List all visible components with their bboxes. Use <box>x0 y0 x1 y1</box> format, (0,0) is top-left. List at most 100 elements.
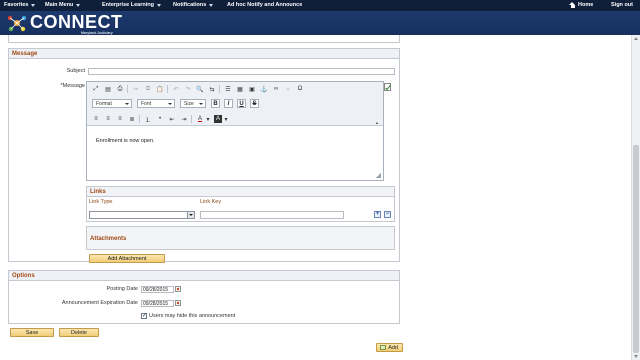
justify-icon[interactable]: ≣ <box>128 115 136 123</box>
horizontal-rule-icon[interactable]: ☰ <box>224 85 232 93</box>
bold-button[interactable]: B <box>211 99 220 108</box>
source-icon[interactable]: ▤ <box>104 85 112 93</box>
spell-check-icon[interactable] <box>384 83 392 92</box>
resize-handle-icon[interactable] <box>376 173 381 178</box>
toolbar-separator <box>139 115 140 123</box>
hide-announcement-label: Users may hide this announcement <box>149 313 236 319</box>
align-left-icon[interactable]: ≡ <box>92 115 100 123</box>
editor-content[interactable]: Enrollment is now open. <box>96 138 155 144</box>
paste-icon[interactable]: 📋 <box>156 85 164 93</box>
strikethrough-button[interactable]: S <box>250 99 259 108</box>
link-type-header: Link Type <box>89 199 113 205</box>
breadcrumb-enterprise-learning[interactable]: Enterprise Learning <box>102 2 161 8</box>
posting-date-input[interactable]: 09/28/2015 <box>141 286 174 293</box>
chevron-down-icon[interactable]: ▾ <box>204 115 212 123</box>
attachments-panel: Attachments <box>86 226 395 250</box>
add-button[interactable]: Add <box>376 343 403 352</box>
previous-section-edge <box>8 35 400 43</box>
breadcrumb-label: Ad hoc Notify and Announce <box>227 2 303 8</box>
text-color-icon[interactable]: A <box>196 115 204 123</box>
header-banner: CONNECT Maryland Judiciary <box>0 11 640 35</box>
table-icon[interactable]: ▦ <box>236 85 244 93</box>
top-nav: Favorites Main Menu Enterprise Learning … <box>0 0 640 11</box>
align-right-icon[interactable]: ≡ <box>116 115 124 123</box>
unlink-icon[interactable]: ⌁ <box>284 85 292 93</box>
rich-text-editor[interactable]: ⤢ ▤ ⎙ ✂ ⧉ 📋 ↶ ↷ 🔍 ⇆ ☰ ▦ ▣ ⚓ ∞ ⌁ Ω Format… <box>86 81 384 181</box>
delete-button[interactable]: Delete <box>59 328 99 337</box>
link-type-select[interactable] <box>89 211 195 219</box>
chevron-down-icon <box>31 3 36 7</box>
collapse-toolbar-icon[interactable]: ▴ <box>373 118 381 126</box>
chevron-down-icon[interactable]: ▾ <box>222 115 230 123</box>
numbered-list-icon[interactable]: ⒈ <box>144 115 152 124</box>
scrollbar-thumb[interactable] <box>633 145 639 353</box>
chevron-down-icon <box>209 3 214 7</box>
redo-icon[interactable]: ↷ <box>184 85 192 93</box>
cut-icon[interactable]: ✂ <box>132 85 140 93</box>
sign-out-link[interactable]: Sign out <box>611 2 633 8</box>
posting-date-label: Posting Date <box>106 286 139 292</box>
home-label: Home <box>578 2 594 8</box>
brand-name: CONNECT <box>30 12 123 32</box>
image-icon[interactable]: ▣ <box>248 85 256 93</box>
main-menu-label: Main Menu <box>45 2 74 8</box>
link-key-header: Link Key <box>200 199 222 205</box>
hide-announcement-checkbox[interactable]: ✓ <box>141 313 147 319</box>
vertical-scrollbar[interactable] <box>631 35 640 360</box>
replace-icon[interactable]: ⇆ <box>208 85 216 93</box>
special-char-icon[interactable]: Ω <box>296 85 304 93</box>
expiration-date-input[interactable]: 09/28/2015 <box>141 300 174 307</box>
toolbar-separator <box>219 85 220 93</box>
toolbar-separator <box>127 85 128 93</box>
delete-row-icon[interactable]: − <box>384 211 391 218</box>
link-key-input[interactable] <box>200 211 344 219</box>
bulleted-list-icon[interactable]: • <box>156 115 164 123</box>
breadcrumb-label: Enterprise Learning <box>102 2 154 8</box>
add-icon <box>380 345 386 350</box>
main-menu[interactable]: Main Menu <box>45 2 81 8</box>
subject-label: Subject <box>66 68 85 74</box>
background-color-icon[interactable]: A <box>214 115 222 123</box>
calendar-icon[interactable] <box>175 300 181 306</box>
indent-icon[interactable]: ⇥ <box>180 115 188 123</box>
scroll-down-icon[interactable] <box>633 355 638 358</box>
italic-button[interactable]: I <box>224 99 233 108</box>
attachments-title: Attachments <box>90 236 127 242</box>
breadcrumb-notifications[interactable]: Notifications <box>173 2 214 8</box>
link-icon[interactable]: ∞ <box>272 85 280 93</box>
toolbar-separator <box>191 115 192 123</box>
subject-input[interactable] <box>88 68 395 75</box>
format-select[interactable]: Format <box>92 99 132 108</box>
calendar-icon[interactable] <box>175 286 181 292</box>
toolbar-separator <box>167 85 168 93</box>
breadcrumb-label: Notifications <box>173 2 207 8</box>
scroll-up-icon[interactable] <box>633 37 638 40</box>
outdent-icon[interactable]: ⇤ <box>168 115 176 123</box>
connect-logo-icon <box>7 15 27 32</box>
print-icon[interactable]: ⎙ <box>116 85 124 93</box>
home-icon <box>569 2 576 8</box>
favorites-menu[interactable]: Favorites <box>4 2 36 8</box>
options-section-title: Options <box>9 271 399 281</box>
chevron-down-icon <box>76 3 81 7</box>
anchor-icon[interactable]: ⚓ <box>260 85 268 93</box>
align-center-icon[interactable]: ≡ <box>104 115 112 123</box>
maximize-icon[interactable]: ⤢ <box>92 85 100 93</box>
copy-icon[interactable]: ⧉ <box>144 85 152 93</box>
size-select[interactable]: Size <box>180 99 206 108</box>
add-label: Add <box>388 344 398 351</box>
message-label: *Message <box>60 83 85 89</box>
add-attachment-button[interactable]: Add Attachment <box>89 254 165 263</box>
sign-out-label: Sign out <box>611 2 633 8</box>
underline-button[interactable]: U <box>237 99 246 108</box>
message-section-title: Message <box>9 49 399 59</box>
chevron-down-icon <box>187 212 194 218</box>
links-title: Links <box>87 187 394 197</box>
save-button[interactable]: Save <box>10 328 54 337</box>
undo-icon[interactable]: ↶ <box>172 85 180 93</box>
find-icon[interactable]: 🔍 <box>196 85 204 93</box>
breadcrumb-ad-hoc[interactable]: Ad hoc Notify and Announce <box>227 2 302 8</box>
home-link[interactable]: Home <box>569 2 593 8</box>
add-row-icon[interactable]: + <box>374 211 381 218</box>
font-select[interactable]: Font <box>137 99 175 108</box>
